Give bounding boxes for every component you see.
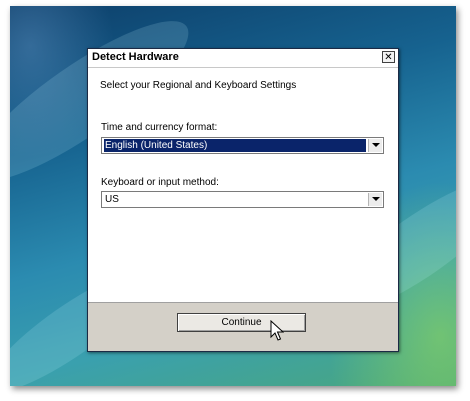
mouse-pointer-icon xyxy=(270,320,284,341)
chevron-down-icon[interactable] xyxy=(368,139,382,152)
continue-button[interactable]: Continue xyxy=(177,313,306,332)
close-icon: ✕ xyxy=(384,52,393,63)
keyboard-select[interactable]: US xyxy=(101,191,384,208)
chevron-down-icon[interactable] xyxy=(368,193,382,206)
time-currency-label: Time and currency format: xyxy=(101,122,218,133)
dialog-title: Detect Hardware xyxy=(92,51,179,63)
keyboard-label: Keyboard or input method: xyxy=(101,177,219,188)
close-button[interactable]: ✕ xyxy=(382,51,395,63)
dialog-footer: Continue xyxy=(88,302,398,351)
detect-hardware-dialog: Detect Hardware ✕ Select your Regional a… xyxy=(87,48,399,352)
time-currency-select[interactable]: English (United States) xyxy=(101,137,384,154)
dialog-titlebar: Detect Hardware ✕ xyxy=(88,49,398,68)
settings-heading: Select your Regional and Keyboard Settin… xyxy=(100,80,297,91)
keyboard-value: US xyxy=(105,194,119,205)
desktop-background: Detect Hardware ✕ Select your Regional a… xyxy=(10,6,456,386)
time-currency-value: English (United States) xyxy=(103,138,367,153)
